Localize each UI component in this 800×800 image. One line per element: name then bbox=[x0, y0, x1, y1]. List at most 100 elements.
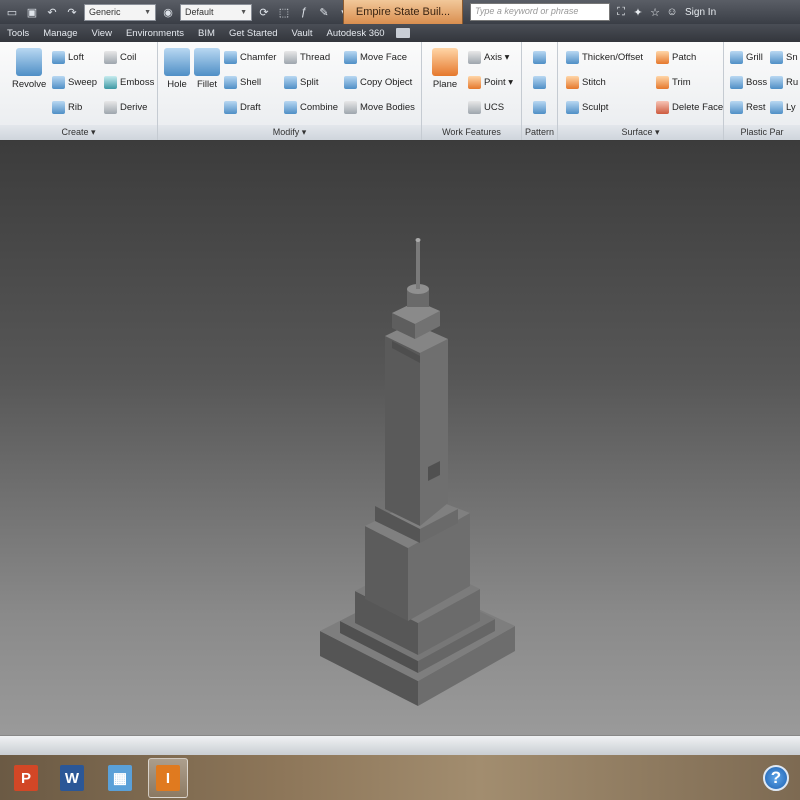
derive-button[interactable]: Derive bbox=[104, 98, 147, 116]
tab-manage[interactable]: Manage bbox=[36, 28, 84, 39]
rib-button[interactable]: Rib bbox=[52, 98, 82, 116]
rule-fillet-button[interactable]: Ru bbox=[770, 73, 798, 91]
taskbar-inventor[interactable]: I bbox=[148, 758, 188, 798]
shell-label: Shell bbox=[240, 76, 262, 88]
copy-object-button[interactable]: Copy Object bbox=[344, 73, 412, 91]
draft-button[interactable]: Draft bbox=[224, 98, 261, 116]
thicken-offset-label: Thicken/Offset bbox=[582, 51, 644, 63]
tab-view[interactable]: View bbox=[85, 28, 119, 39]
snap-fit-button[interactable]: Sn bbox=[770, 48, 798, 66]
plastic-part-panel-title[interactable]: Plastic Par bbox=[724, 125, 800, 140]
sign-in-link[interactable]: Sign In bbox=[685, 7, 716, 18]
taskbar-explorer[interactable]: ▦ bbox=[100, 758, 140, 798]
lip-button[interactable]: Ly bbox=[770, 98, 796, 116]
stitch-button[interactable]: Stitch bbox=[566, 73, 606, 91]
help-icon[interactable]: ? bbox=[763, 765, 789, 791]
search-input[interactable]: Type a keyword or phrase bbox=[470, 3, 610, 21]
move-face-icon bbox=[344, 50, 357, 64]
surface-panel-title[interactable]: Surface ▾ bbox=[558, 125, 723, 140]
move-face-button[interactable]: Move Face bbox=[344, 48, 407, 66]
tab-tools[interactable]: Tools bbox=[0, 28, 36, 39]
coil-button[interactable]: Coil bbox=[104, 48, 136, 66]
user-icon[interactable]: ☺ bbox=[665, 5, 679, 19]
communication-icon[interactable]: ✦ bbox=[631, 5, 645, 19]
rest-button[interactable]: Rest bbox=[730, 98, 766, 116]
shell-button[interactable]: Shell bbox=[224, 73, 261, 91]
axis-button[interactable]: Axis ▾ bbox=[468, 48, 509, 66]
parameters-icon[interactable]: ✎ bbox=[316, 4, 332, 20]
windows-taskbar: P W ▦ I bbox=[0, 755, 800, 800]
thread-button[interactable]: Thread bbox=[284, 48, 330, 66]
revolve-button[interactable]: Revolve bbox=[12, 48, 46, 90]
chevron-down-icon: ▼ bbox=[144, 8, 151, 16]
ucs-button[interactable]: UCS bbox=[468, 98, 504, 116]
rib-label: Rib bbox=[68, 101, 83, 113]
create-panel: Revolve Loft Coil Sweep Emboss Rib Deriv… bbox=[0, 42, 158, 140]
surface-panel: Thicken/Offset Patch Stitch Trim Sculpt … bbox=[558, 42, 724, 140]
combine-button[interactable]: Combine bbox=[284, 98, 338, 116]
tab-vault[interactable]: Vault bbox=[285, 28, 320, 39]
hole-button[interactable]: Hole bbox=[160, 48, 194, 90]
sculpt-button[interactable]: Sculpt bbox=[566, 98, 608, 116]
pattern-panel-title[interactable]: Pattern bbox=[522, 125, 557, 140]
delete-face-button[interactable]: Delete Face bbox=[656, 98, 723, 116]
thicken-offset-button[interactable]: Thicken/Offset bbox=[566, 48, 643, 66]
undo-icon[interactable]: ↶ bbox=[44, 4, 60, 20]
save-icon[interactable]: ▣ bbox=[24, 4, 40, 20]
point-button[interactable]: Point ▾ bbox=[468, 73, 513, 91]
plastic-part-panel: Grill Sn Boss Ru Rest Ly Plastic Par bbox=[724, 42, 800, 140]
hole-label: Hole bbox=[167, 79, 187, 90]
taskbar-powerpoint[interactable]: P bbox=[6, 758, 46, 798]
revolve-label: Revolve bbox=[12, 79, 47, 90]
modify-panel-title[interactable]: Modify ▾ bbox=[158, 125, 421, 140]
split-label: Split bbox=[300, 76, 319, 88]
tab-bim[interactable]: BIM bbox=[191, 28, 222, 39]
new-file-icon[interactable]: ▭ bbox=[4, 4, 20, 20]
sweep-button[interactable]: Sweep bbox=[52, 73, 97, 91]
move-bodies-button[interactable]: Move Bodies bbox=[344, 98, 415, 116]
building-model[interactable] bbox=[0, 141, 800, 735]
select-icon[interactable]: ⬚ bbox=[276, 4, 292, 20]
binoculars-icon[interactable]: ⛶ bbox=[614, 5, 628, 19]
patch-icon bbox=[656, 50, 669, 64]
lip-icon bbox=[770, 100, 783, 114]
measure-icon[interactable]: ƒ bbox=[296, 4, 312, 20]
mirror-button[interactable] bbox=[533, 98, 549, 116]
tab-environments[interactable]: Environments bbox=[119, 28, 191, 39]
tab-autodesk-360[interactable]: Autodesk 360 bbox=[319, 28, 391, 39]
rectangular-pattern-icon bbox=[533, 50, 546, 64]
rib-icon bbox=[52, 100, 65, 114]
rule-fillet-label: Ru bbox=[786, 76, 799, 88]
patch-button[interactable]: Patch bbox=[656, 48, 696, 66]
style-combo[interactable]: Generic ▼ bbox=[84, 3, 156, 21]
appearance-combo-value: Default bbox=[185, 7, 214, 17]
tab-get-started[interactable]: Get Started bbox=[222, 28, 285, 39]
lip-label: Ly bbox=[786, 101, 796, 113]
inventor-icon: I bbox=[156, 765, 180, 791]
emboss-button[interactable]: Emboss bbox=[104, 73, 154, 91]
graphics-viewport[interactable] bbox=[0, 141, 800, 735]
rectangular-pattern-button[interactable] bbox=[533, 48, 549, 66]
fillet-button[interactable]: Fillet bbox=[190, 48, 224, 90]
circular-pattern-button[interactable] bbox=[533, 73, 549, 91]
appearance-combo[interactable]: Default ▼ bbox=[180, 3, 252, 21]
stitch-icon bbox=[566, 75, 579, 89]
plane-button[interactable]: Plane bbox=[428, 48, 462, 90]
favorites-icon[interactable]: ☆ bbox=[648, 5, 662, 19]
taskbar-word[interactable]: W bbox=[52, 758, 92, 798]
document-tab[interactable]: Empire State Buil... bbox=[343, 0, 463, 24]
work-features-panel-title[interactable]: Work Features bbox=[422, 125, 521, 140]
ribbon-toggle-icon[interactable] bbox=[395, 28, 410, 38]
redo-icon[interactable]: ↷ bbox=[64, 4, 80, 20]
grill-icon bbox=[730, 50, 743, 64]
create-panel-title[interactable]: Create ▾ bbox=[0, 125, 157, 140]
thread-label: Thread bbox=[300, 51, 331, 63]
split-button[interactable]: Split bbox=[284, 73, 318, 91]
loft-button[interactable]: Loft bbox=[52, 48, 84, 66]
grill-button[interactable]: Grill bbox=[730, 48, 763, 66]
chamfer-button[interactable]: Chamfer bbox=[224, 48, 276, 66]
trim-button[interactable]: Trim bbox=[656, 73, 691, 91]
fillet-icon bbox=[194, 48, 220, 76]
boss-button[interactable]: Boss bbox=[730, 73, 767, 91]
update-icon[interactable]: ⟳ bbox=[256, 4, 272, 20]
